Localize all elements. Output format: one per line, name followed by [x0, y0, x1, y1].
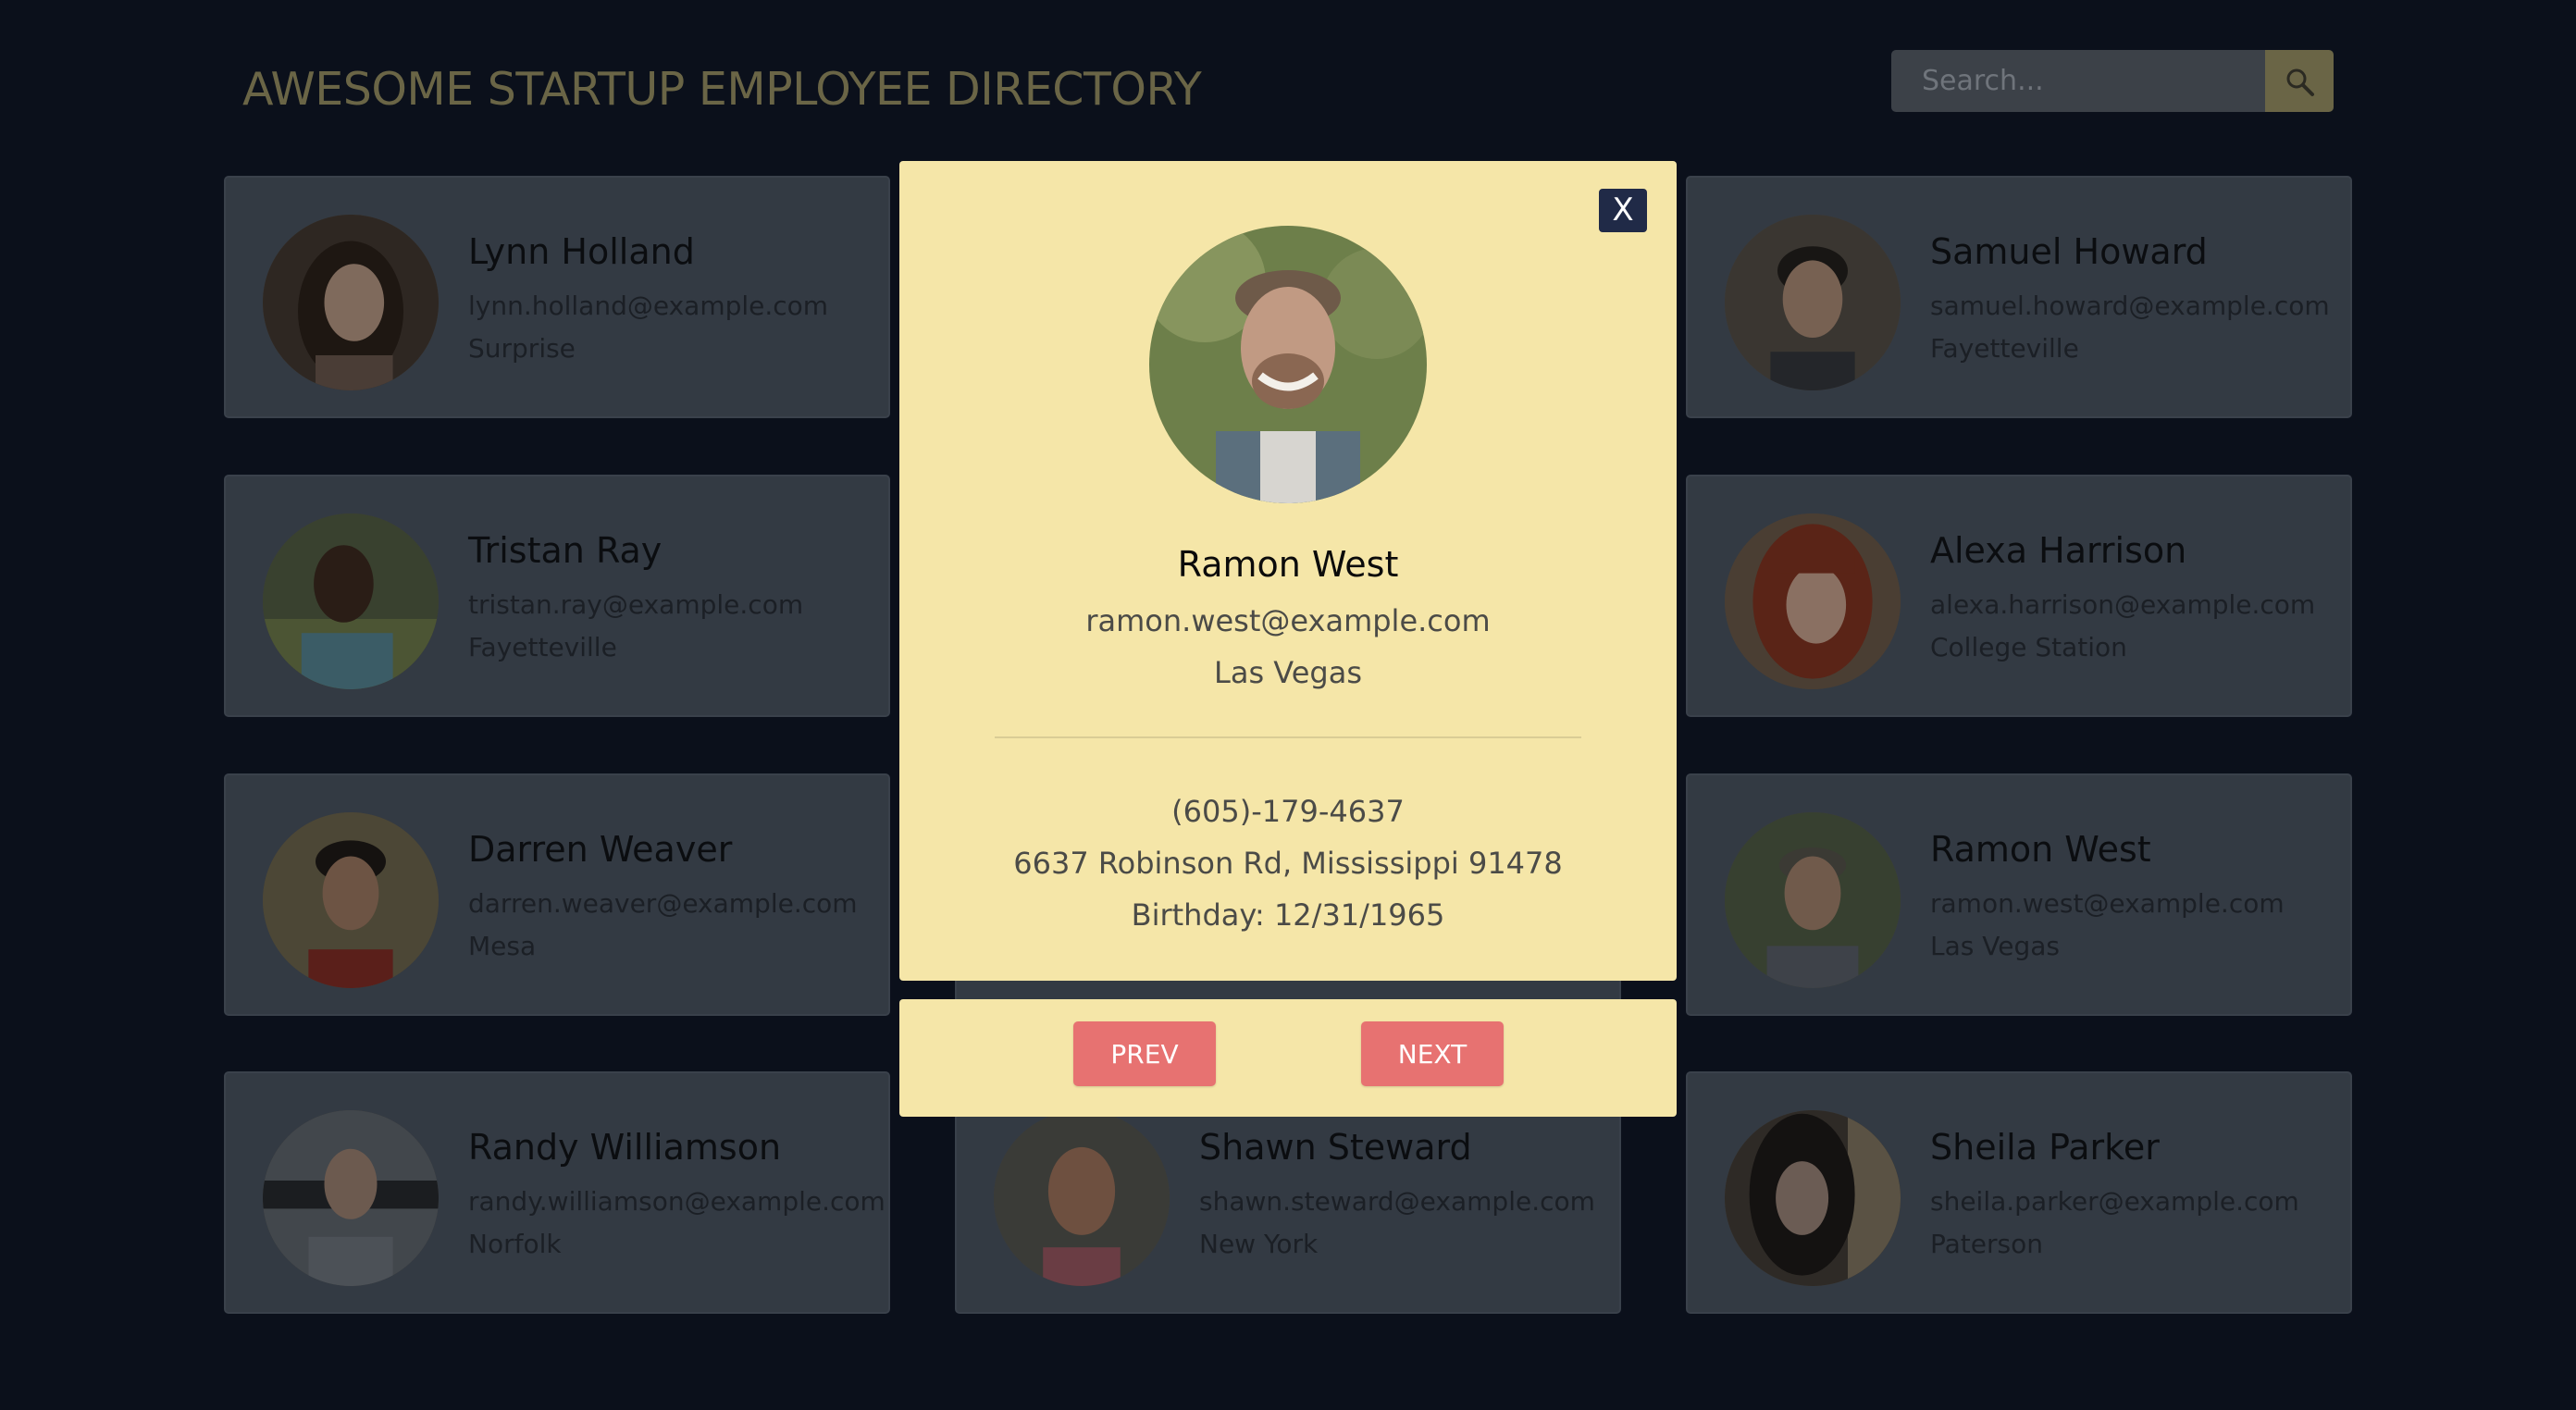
- employee-card[interactable]: Lynn Holland lynn.holland@example.com Su…: [224, 176, 890, 418]
- search-box: [1891, 50, 2334, 112]
- employee-name: Ramon West: [1930, 829, 2151, 870]
- employee-email: tristan.ray@example.com: [468, 589, 804, 620]
- employee-city: Paterson: [1930, 1229, 2043, 1259]
- search-input[interactable]: [1891, 50, 2265, 112]
- divider: [995, 736, 1581, 738]
- modal-nav: PREV NEXT: [899, 999, 1677, 1117]
- prev-button[interactable]: PREV: [1073, 1021, 1216, 1086]
- close-button[interactable]: X: [1599, 189, 1647, 232]
- employee-name: Randy Williamson: [468, 1127, 782, 1168]
- page-title: AWESOME STARTUP EMPLOYEE DIRECTORY: [242, 63, 1202, 116]
- employee-card[interactable]: Alexa Harrison alexa.harrison@example.co…: [1686, 475, 2352, 717]
- employee-name: Alexa Harrison: [1930, 530, 2187, 571]
- employee-card[interactable]: Ramon West ramon.west@example.com Las Ve…: [1686, 773, 2352, 1016]
- modal-address: 6637 Robinson Rd, Mississippi 91478: [1013, 846, 1563, 881]
- employee-email: alexa.harrison@example.com: [1930, 589, 2316, 620]
- modal-name: Ramon West: [1177, 544, 1399, 585]
- employee-card[interactable]: Tristan Ray tristan.ray@example.com Faye…: [224, 475, 890, 717]
- avatar: [1725, 1110, 1901, 1286]
- avatar: [263, 215, 439, 390]
- employee-name: Lynn Holland: [468, 231, 695, 272]
- avatar: [1725, 215, 1901, 390]
- employee-name: Sheila Parker: [1930, 1127, 2160, 1168]
- avatar: [994, 1110, 1170, 1286]
- employee-modal: X Ramon West ramon.west@example.com Las …: [899, 161, 1677, 981]
- employee-name: Samuel Howard: [1930, 231, 2208, 272]
- avatar: [263, 513, 439, 689]
- employee-email: shawn.steward@example.com: [1199, 1186, 1595, 1217]
- employee-email: sheila.parker@example.com: [1930, 1186, 2299, 1217]
- avatar: [1725, 812, 1901, 988]
- search-button[interactable]: [2265, 50, 2334, 112]
- employee-name: Darren Weaver: [468, 829, 733, 870]
- employee-city: Mesa: [468, 931, 537, 961]
- employee-email: darren.weaver@example.com: [468, 888, 858, 919]
- employee-card[interactable]: Sheila Parker sheila.parker@example.com …: [1686, 1071, 2352, 1314]
- avatar: [263, 1110, 439, 1286]
- search-icon: [2286, 68, 2314, 96]
- modal-email: ramon.west@example.com: [1085, 603, 1491, 638]
- employee-city: Fayetteville: [1930, 333, 2079, 364]
- modal-city: Las Vegas: [1214, 655, 1362, 690]
- employee-card[interactable]: Samuel Howard samuel.howard@example.com …: [1686, 176, 2352, 418]
- modal-birthday: Birthday: 12/31/1965: [1131, 897, 1445, 933]
- employee-email: randy.williamson@example.com: [468, 1186, 886, 1217]
- employee-email: lynn.holland@example.com: [468, 291, 829, 321]
- employee-name: Tristan Ray: [468, 530, 663, 571]
- employee-card[interactable]: Darren Weaver darren.weaver@example.com …: [224, 773, 890, 1016]
- employee-email: ramon.west@example.com: [1930, 888, 2285, 919]
- employee-card[interactable]: Randy Williamson randy.williamson@exampl…: [224, 1071, 890, 1314]
- employee-city: Surprise: [468, 333, 576, 364]
- employee-name: Shawn Steward: [1199, 1127, 1472, 1168]
- employee-city: Norfolk: [468, 1229, 562, 1259]
- modal-avatar: [1149, 226, 1427, 503]
- modal-phone: (605)-179-4637: [1171, 794, 1405, 829]
- avatar: [1725, 513, 1901, 689]
- employee-city: Fayetteville: [468, 632, 617, 662]
- employee-city: Las Vegas: [1930, 931, 2060, 961]
- next-button[interactable]: NEXT: [1361, 1021, 1504, 1086]
- employee-city: New York: [1199, 1229, 1319, 1259]
- employee-email: samuel.howard@example.com: [1930, 291, 2330, 321]
- avatar: [263, 812, 439, 988]
- employee-city: College Station: [1930, 632, 2127, 662]
